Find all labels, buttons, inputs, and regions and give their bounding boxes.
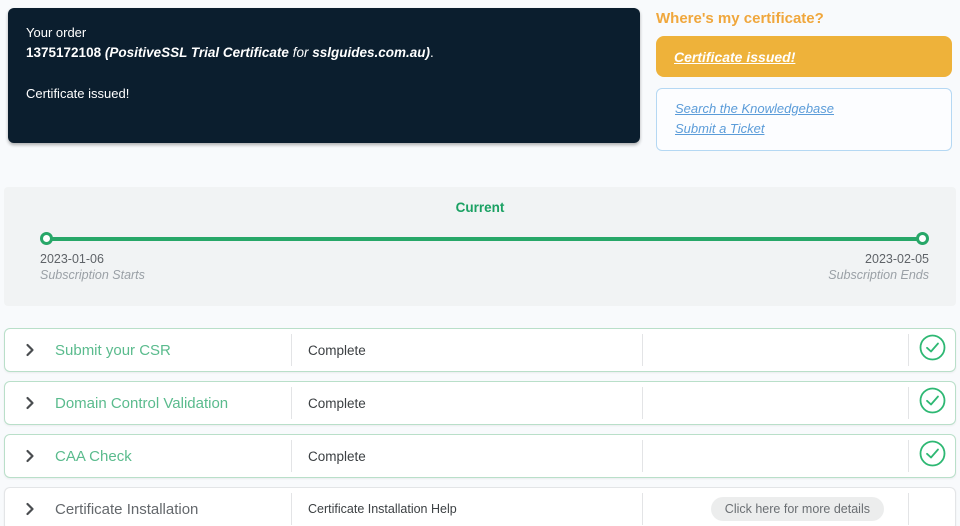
check-circle-icon [919,387,946,419]
subscription-timeline-panel: Current 2023-01-06 Subscription Starts 2… [4,187,956,306]
column-divider [642,387,643,419]
order-summary-banner: Your order 1375172108 (PositiveSSL Trial… [8,8,640,143]
order-id: 1375172108 [26,44,102,60]
step-title: Certificate Installation [55,500,199,518]
top-section: Your order 1375172108 (PositiveSSL Trial… [0,0,960,151]
certificate-issued-button-label: Certificate issued! [674,48,796,65]
where-certificate-heading: Where's my certificate? [656,10,824,27]
step-status: Certificate Installation Help [308,502,457,516]
timeline-dates: 2023-01-06 Subscription Starts 2023-02-0… [40,252,929,282]
product-name: (PositiveSSL Trial Certificate [104,44,289,60]
step-row-certificate-installation[interactable]: Certificate Installation Certificate Ins… [4,487,956,526]
column-divider [642,440,643,472]
timeline-end: 2023-02-05 Subscription Ends [828,252,929,282]
check-circle-icon [919,334,946,366]
subscription-start-label: Subscription Starts [40,268,145,282]
order-domain: sslguides.com.au) [312,44,431,60]
search-knowledgebase-link[interactable]: Search the Knowledgebase [675,101,834,116]
step-row-domain-control-validation[interactable]: Domain Control Validation Complete [4,381,956,425]
step-title: Domain Control Validation [55,394,229,412]
more-details-button[interactable]: Click here for more details [710,497,884,521]
order-label: Your order [26,25,87,40]
subscription-start-date: 2023-01-06 [40,252,104,266]
timeline-track [40,232,929,245]
step-title: CAA Check [55,447,132,465]
step-status: Complete [308,342,366,358]
submit-ticket-link[interactable]: Submit a Ticket [675,121,764,136]
step-title: Submit your CSR [55,341,171,359]
for-word: for [292,44,309,60]
column-divider [642,334,643,366]
step-status: Complete [308,448,366,464]
chevron-right-icon[interactable] [23,396,37,410]
chevron-right-icon[interactable] [23,502,37,516]
step-complete-indicator [909,440,955,472]
subscription-end-label: Subscription Ends [828,268,929,282]
timeline-end-dot [916,232,929,245]
chevron-right-icon[interactable] [23,449,37,463]
step-complete-indicator [909,387,955,419]
chevron-right-icon[interactable] [23,343,37,357]
timeline-line [52,236,917,241]
check-circle-icon [919,440,946,472]
certificate-issued-button[interactable]: Certificate issued! [656,36,952,77]
support-links-box: Search the Knowledgebase Submit a Ticket [656,88,952,151]
step-row-caa-check[interactable]: CAA Check Complete [4,434,956,478]
step-row-submit-csr[interactable]: Submit your CSR Complete [4,328,956,372]
certificate-status-panel: Where's my certificate? Certificate issu… [656,8,952,151]
step-action: Click here for more details [643,497,908,521]
sentence-period: . [430,44,434,60]
timeline-start: 2023-01-06 Subscription Starts [40,252,145,282]
column-divider [908,493,909,525]
timeline-current-label: Current [455,200,505,215]
step-status: Complete [308,395,366,411]
order-status-text: Certificate issued! [26,85,130,101]
order-details: 1375172108 (PositiveSSL Trial Certificat… [26,43,622,63]
certificate-steps-list: Submit your CSR Complete Domain Control … [4,328,956,526]
step-complete-indicator [909,334,955,366]
subscription-end-date: 2023-02-05 [865,252,929,266]
